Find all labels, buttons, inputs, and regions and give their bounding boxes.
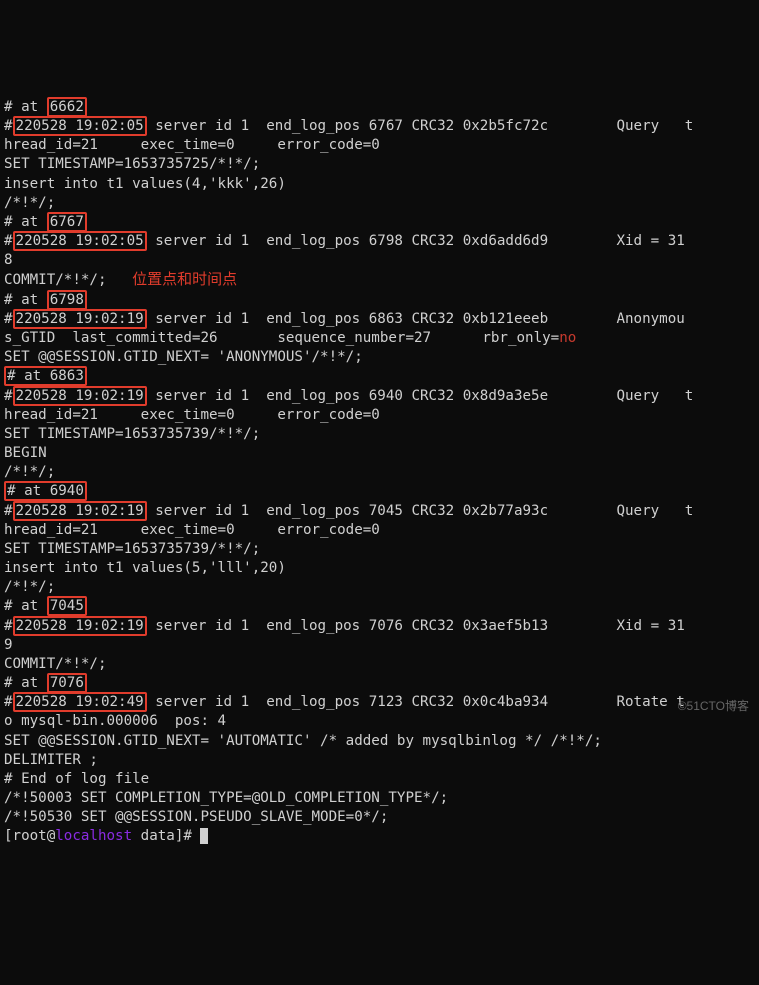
ts-190205: 220528 19:02:05 <box>13 116 147 136</box>
ts-190205b: 220528 19:02:05 <box>13 231 147 251</box>
ts-190219b: 220528 19:02:19 <box>13 386 147 406</box>
line: #220528 19:02:19 server id 1 end_log_pos… <box>4 616 685 636</box>
pos-7045: 7045 <box>47 596 87 616</box>
ts-190249: 220528 19:02:49 <box>13 692 147 712</box>
line: o mysql-bin.000006 pos: 4 <box>4 713 226 729</box>
annotation-cn: 位置点和时间点 <box>132 271 237 288</box>
line: SET TIMESTAMP=1653735739/*!*/; <box>4 541 260 557</box>
pos-6863: # at 6863 <box>4 366 87 386</box>
pos-6662: 6662 <box>47 97 87 117</box>
line: #220528 19:02:19 server id 1 end_log_pos… <box>4 386 693 406</box>
line: #220528 19:02:05 server id 1 end_log_pos… <box>4 116 693 136</box>
line: COMMIT/*!*/; <box>4 656 107 672</box>
pos-6798: 6798 <box>47 290 87 310</box>
line: hread_id=21 exec_time=0 error_code=0 <box>4 137 380 153</box>
line: # at 6798 <box>4 290 87 310</box>
ts-190219a: 220528 19:02:19 <box>13 309 147 329</box>
rbr-only-no: no <box>559 330 576 346</box>
ts-190219d: 220528 19:02:19 <box>13 616 147 636</box>
line: #220528 19:02:05 server id 1 end_log_pos… <box>4 231 685 251</box>
line: s_GTID last_committed=26 sequence_number… <box>4 330 576 346</box>
line: # at 7045 <box>4 596 87 616</box>
pos-7076: 7076 <box>47 673 87 693</box>
line: DELIMITER ; <box>4 752 98 768</box>
line: #220528 19:02:49 server id 1 end_log_pos… <box>4 692 685 712</box>
line: /*!*/; <box>4 579 55 595</box>
line: hread_id=21 exec_time=0 error_code=0 <box>4 522 380 538</box>
line: hread_id=21 exec_time=0 error_code=0 <box>4 407 380 423</box>
pos-6767: 6767 <box>47 212 87 232</box>
line: SET @@SESSION.GTID_NEXT= 'AUTOMATIC' /* … <box>4 733 602 749</box>
line: insert into t1 values(5,'lll',20) <box>4 560 286 576</box>
line: SET @@SESSION.GTID_NEXT= 'ANONYMOUS'/*!*… <box>4 349 363 365</box>
line: /*!*/; <box>4 195 55 211</box>
line: # End of log file <box>4 771 149 787</box>
line: COMMIT/*!*/; 位置点和时间点 <box>4 272 237 288</box>
line: #220528 19:02:19 server id 1 end_log_pos… <box>4 309 685 329</box>
terminal-output: # at 6662 #220528 19:02:05 server id 1 e… <box>0 77 759 851</box>
line: # at 6767 <box>4 212 87 232</box>
line: SET TIMESTAMP=1653735739/*!*/; <box>4 426 260 442</box>
line: 8 <box>4 252 13 268</box>
line: /*!*/; <box>4 464 55 480</box>
line: # at 6940 <box>4 481 87 501</box>
line: SET TIMESTAMP=1653735725/*!*/; <box>4 156 260 172</box>
line: /*!50530 SET @@SESSION.PSEUDO_SLAVE_MODE… <box>4 809 388 825</box>
line: /*!50003 SET COMPLETION_TYPE=@OLD_COMPLE… <box>4 790 448 806</box>
prompt-line[interactable]: [root@localhost data]# <box>4 828 208 844</box>
line: #220528 19:02:19 server id 1 end_log_pos… <box>4 501 693 521</box>
watermark: ©51CTO博客 <box>678 698 749 714</box>
line: insert into t1 values(4,'kkk',26) <box>4 176 286 192</box>
line: # at 6662 <box>4 97 87 117</box>
line: BEGIN <box>4 445 47 461</box>
line: # at 7076 <box>4 673 87 693</box>
cursor-icon <box>200 828 208 844</box>
ts-190219c: 220528 19:02:19 <box>13 501 147 521</box>
line: # at 6863 <box>4 366 87 386</box>
hostname: localhost <box>55 828 132 844</box>
line: 9 <box>4 637 13 653</box>
pos-6940: # at 6940 <box>4 481 87 501</box>
